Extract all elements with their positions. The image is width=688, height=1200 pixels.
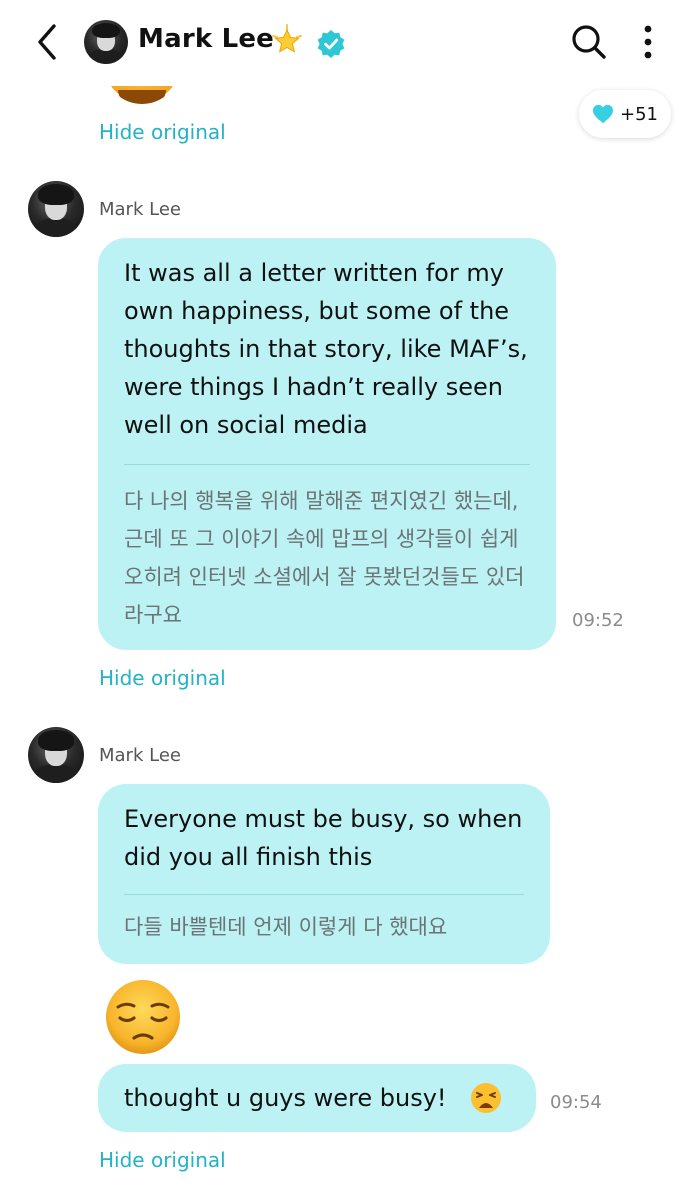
bubble-divider [124, 464, 530, 465]
original-text: 다 나의 행복을 위해 말해준 편지였긴 했는데, 근데 또 그 이야기 속에 … [124, 489, 525, 627]
message-text: thought u guys were busy! [124, 1084, 447, 1112]
message-bubble[interactable]: It was all a letter written for my own h… [98, 238, 556, 650]
back-chevron-icon[interactable] [30, 22, 66, 62]
original-text: 다들 바쁠텐데 언제 이렇게 다 했대요 [124, 915, 448, 939]
verified-badge-icon [316, 29, 346, 59]
bubble-divider [124, 894, 524, 895]
reaction-count: +51 [620, 103, 658, 125]
chat-header: Mark Lee [0, 0, 688, 86]
contact-avatar[interactable] [84, 20, 128, 64]
message-bubble[interactable]: thought u guys were busy! [98, 1064, 536, 1132]
hide-original-link[interactable]: Hide original [99, 666, 226, 690]
hide-original-link[interactable]: Hide original [99, 120, 226, 144]
message-timestamp: 09:52 [572, 610, 624, 631]
sender-name: Mark Lee [99, 745, 181, 766]
translated-text: Everyone must be busy, so when did you a… [124, 805, 523, 871]
message-timestamp: 09:54 [550, 1092, 602, 1113]
more-vertical-icon[interactable] [636, 22, 660, 62]
glowing-star-icon [270, 24, 304, 58]
contact-name[interactable]: Mark Lee [138, 24, 274, 54]
pensive-face-emoji[interactable] [104, 978, 182, 1056]
weary-face-emoji [471, 1083, 501, 1113]
message-bubble[interactable]: Everyone must be busy, so when did you a… [98, 784, 550, 964]
hide-original-link[interactable]: Hide original [99, 1148, 226, 1172]
reaction-badge[interactable]: +51 [579, 90, 671, 138]
heart-icon [593, 104, 613, 124]
search-icon[interactable] [570, 22, 608, 62]
sender-avatar[interactable] [28, 181, 84, 237]
sender-avatar[interactable] [28, 727, 84, 783]
sender-name: Mark Lee [99, 199, 181, 220]
translated-text: It was all a letter written for my own h… [124, 259, 528, 439]
